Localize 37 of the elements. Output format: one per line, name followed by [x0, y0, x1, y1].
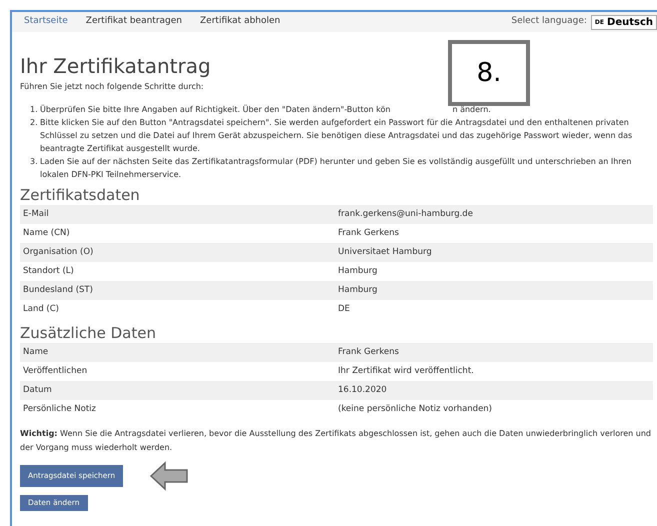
section-heading: Zertifikatsdaten — [20, 185, 141, 205]
language-label: Select language: — [511, 15, 587, 28]
table-cell-text: Land (C) — [22, 303, 60, 316]
step-marker: 8. — [448, 40, 530, 106]
step-number: 2. — [30, 117, 39, 129]
table-cell-text: Veröffentlichen — [22, 365, 88, 378]
table-cell: DE — [338, 303, 350, 316]
nav-link[interactable]: Startseite — [24, 15, 68, 29]
table-cell-text: Standort (L) — [22, 265, 75, 278]
warning-text: Wichtig: Wenn Sie die Antragsdatei verlieren, bevor die Ausstellung des Zertifikats abgeschlossen ist, gehen auch die Daten unwiederbringlich verloren und der Vorgang muss wiederholt werden. — [20, 428, 652, 454]
table-cell-text: Name (CN) — [22, 227, 71, 240]
table-cell-text: Persönliche Notiz — [22, 403, 97, 416]
step-text: Bitte klicken Sie auf den Button "Antragsdatei speichern". Sie werden aufgefordert ein Passwort für die Antragsdatei und den enthaltenen privaten Schlüssel zu setzen und die Datei auf Ihrem Gerät abzuspeichern. Sie benötigen diese Antragsdatei und das zugehörige Passwort wieder, wenn das beantragte Zertifikat ausgestellt wurde. — [40, 117, 634, 155]
table-cell-text: E-Mail — [22, 208, 50, 221]
table-cell: Hamburg — [338, 284, 378, 297]
table-cell: Hamburg — [338, 265, 378, 278]
table-cell: Frank Gerkens — [338, 227, 399, 240]
step-text: Laden Sie auf der nächsten Seite das Zertifikatantragsformular (PDF) herunter und geben Sie es vollständig ausgefüllt und unterschrieben an Ihren lokalen DFN-PKI Teilnehmerservice. — [40, 156, 632, 181]
page-title: Ihr Zertifikatantrag — [20, 54, 211, 78]
arrow-icon — [149, 461, 190, 491]
section-heading: Zusätzliche Daten — [20, 323, 157, 343]
step-number: 1. — [30, 104, 39, 116]
table-cell-text: Name — [22, 346, 50, 359]
table-cell: Ihr Zertifikat wird veröffentlicht. — [338, 365, 474, 378]
table-cell: 16.10.2020 — [338, 384, 387, 397]
step-text: Überprüfen Sie bitte Ihre Angaben auf Richtigkeit. Über den "Daten ändern"-Button kön n ändern. — [40, 104, 491, 116]
table-cell-text: Organisation (O) — [22, 246, 94, 259]
table-cell-text: Bundesland (ST) — [22, 284, 94, 297]
nav-link[interactable]: Zertifikat beantragen — [86, 15, 182, 29]
table-cell: Frank Gerkens — [338, 346, 399, 359]
table-cell: (keine persönliche Notiz vorhanden) — [338, 403, 492, 416]
table-cell-text: Datum — [22, 384, 53, 397]
step-number: 3. — [30, 156, 39, 168]
nav-link[interactable]: Zertifikat abholen — [200, 15, 280, 29]
table-cell: Universitaet Hamburg — [338, 246, 432, 259]
intro-text: Führen Sie jetzt noch folgende Schritte durch: — [20, 81, 204, 93]
table-cell: frank.gerkens@uni-hamburg.de — [338, 208, 473, 221]
